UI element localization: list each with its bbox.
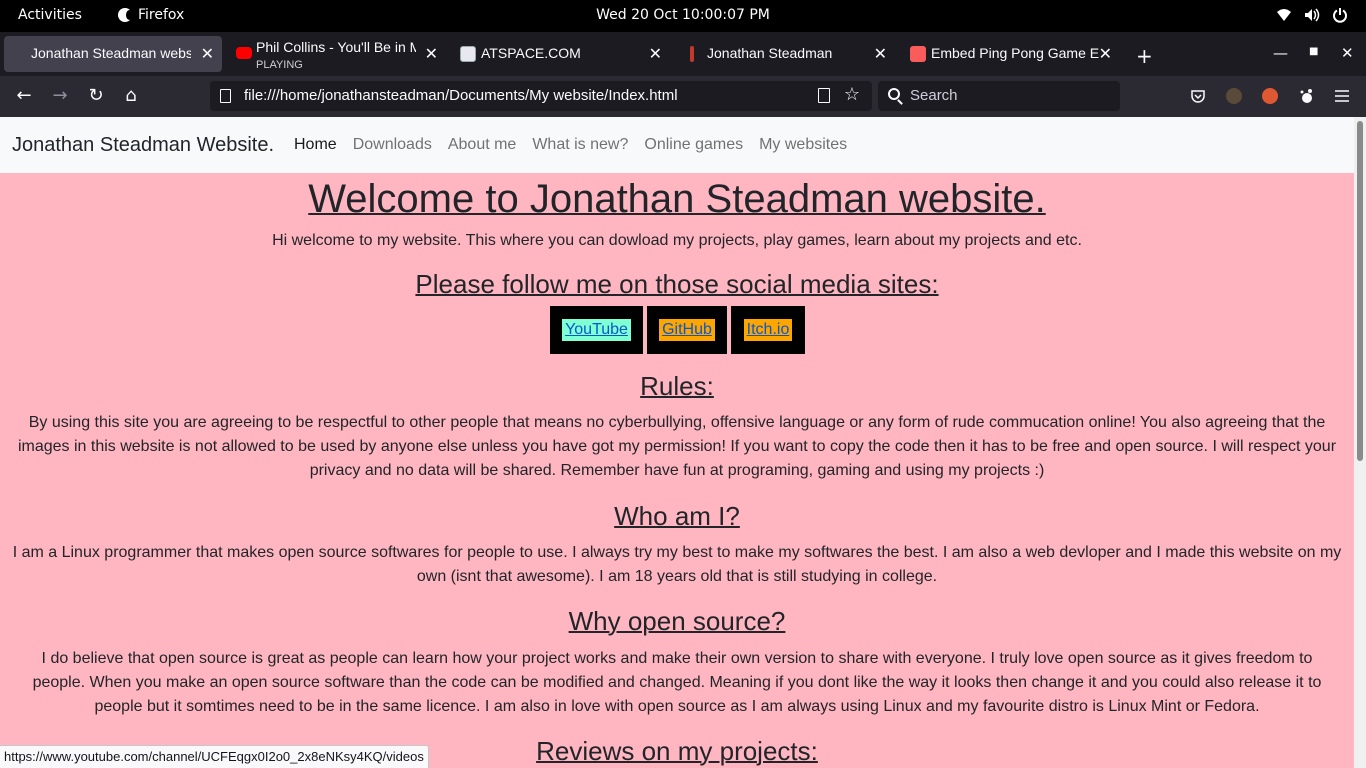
- bookmark-star-icon[interactable]: ☆: [844, 84, 860, 105]
- tab-ping-pong[interactable]: Embed Ping Pong Game Easily ✕: [902, 36, 1120, 72]
- system-tray[interactable]: [1276, 7, 1348, 23]
- close-tab-icon[interactable]: ✕: [201, 44, 214, 64]
- system-top-bar: Activities Firefox Wed 20 Oct 10:00:07 P…: [0, 0, 1366, 32]
- firefox-icon: [118, 8, 133, 22]
- site-icon: [690, 46, 694, 62]
- social-links: YouTube GitHub Itch.io: [550, 306, 805, 354]
- tab-atspace[interactable]: ATSPACE.COM ✕: [452, 36, 670, 72]
- social-heading: Please follow me on those social media s…: [415, 269, 939, 299]
- page-icon: [220, 89, 231, 103]
- new-tab-button[interactable]: +: [1136, 44, 1153, 68]
- who-heading: Who am I?: [614, 501, 740, 531]
- tab-jonathan-steadman[interactable]: Jonathan Steadman ✕: [677, 36, 895, 72]
- site-navbar: Jonathan Steadman Website. Home Download…: [0, 117, 1354, 173]
- nav-downloads[interactable]: Downloads: [353, 136, 432, 154]
- wifi-icon: [1276, 7, 1292, 23]
- atspace-icon: [460, 46, 476, 62]
- tab-title: Phil Collins - You'll Be in My Heart: [256, 39, 416, 55]
- url-text[interactable]: file:///home/jonathansteadman/Documents/…: [244, 87, 678, 104]
- close-tab-icon[interactable]: ✕: [649, 44, 662, 64]
- youtube-link[interactable]: YouTube: [562, 319, 631, 341]
- why-heading: Why open source?: [568, 606, 786, 636]
- blank-page-icon: [12, 46, 28, 62]
- scrollbar-thumb[interactable]: [1357, 121, 1363, 461]
- tab-youtube-phil-collins[interactable]: Phil Collins - You'll Be in My Heart PLA…: [228, 36, 446, 72]
- github-link[interactable]: GitHub: [659, 319, 715, 341]
- close-tab-icon[interactable]: ✕: [425, 44, 438, 64]
- reload-button[interactable]: ↻: [86, 86, 106, 106]
- tab-strip: Jonathan Steadman website ✕ Phil Collins…: [0, 32, 1366, 76]
- volume-icon: [1304, 7, 1320, 23]
- search-placeholder: Search: [910, 87, 958, 104]
- why-text: I do believe that open source is great a…: [32, 650, 1322, 715]
- github-box: GitHub: [647, 306, 727, 354]
- nav-home[interactable]: Home: [294, 136, 337, 154]
- minimize-button[interactable]: —: [1273, 44, 1288, 62]
- url-bar[interactable]: file:///home/jonathansteadman/Documents/…: [210, 81, 872, 111]
- hamburger-menu-icon[interactable]: [1334, 88, 1350, 104]
- navigation-toolbar: ← → ↻ ⌂ file:///home/jonathansteadman/Do…: [0, 76, 1366, 117]
- search-input[interactable]: Search: [878, 81, 1120, 111]
- maximize-button[interactable]: ■: [1309, 46, 1318, 57]
- site-brand[interactable]: Jonathan Steadman Website.: [12, 134, 274, 157]
- page-title: Welcome to Jonathan Steadman website.: [308, 177, 1046, 221]
- youtube-box: YouTube: [550, 306, 643, 354]
- tab-jonathan-website[interactable]: Jonathan Steadman website ✕: [4, 36, 222, 72]
- nav-my-websites[interactable]: My websites: [759, 136, 847, 154]
- close-tab-icon[interactable]: ✕: [874, 44, 887, 64]
- nav-what-is-new[interactable]: What is new?: [532, 136, 628, 154]
- tab-title: Jonathan Steadman: [707, 45, 833, 61]
- activities-button[interactable]: Activities: [18, 7, 82, 23]
- gnome-extension-icon[interactable]: [1298, 88, 1314, 104]
- close-tab-icon[interactable]: ✕: [1099, 44, 1112, 64]
- who-text: I am a Linux programmer that makes open …: [12, 544, 1342, 585]
- reader-view-icon[interactable]: [818, 88, 830, 103]
- duckduckgo-icon[interactable]: [1262, 88, 1278, 104]
- tab-title: Jonathan Steadman website: [31, 45, 191, 61]
- close-window-button[interactable]: ✕: [1341, 44, 1354, 62]
- youtube-icon: [236, 47, 252, 59]
- intro-text: Hi welcome to my website. This where you…: [272, 232, 1082, 249]
- back-button[interactable]: ←: [14, 86, 34, 106]
- itch-box: Itch.io: [731, 306, 805, 354]
- page-scrollbar[interactable]: [1354, 117, 1366, 768]
- search-icon: [888, 88, 900, 100]
- pocket-icon[interactable]: [1190, 88, 1206, 104]
- site-nav-links: Home Downloads About me What is new? Onl…: [294, 136, 847, 154]
- forward-button[interactable]: →: [50, 86, 70, 106]
- app-menu-label: Firefox: [138, 7, 185, 23]
- clock[interactable]: Wed 20 Oct 10:00:07 PM: [0, 7, 1366, 23]
- rules-heading: Rules:: [640, 371, 714, 401]
- app-menu[interactable]: Firefox: [118, 7, 184, 23]
- tab-playing-label: PLAYING: [256, 59, 303, 71]
- account-avatar[interactable]: [1226, 88, 1242, 104]
- home-button[interactable]: ⌂: [121, 86, 141, 106]
- nav-online-games[interactable]: Online games: [644, 136, 743, 154]
- nav-about-me[interactable]: About me: [448, 136, 516, 154]
- status-url-bar: https://www.youtube.com/channel/UCFEqgx0…: [0, 745, 429, 768]
- power-icon: [1332, 7, 1348, 23]
- tab-title: Embed Ping Pong Game Easily: [931, 45, 1099, 61]
- web-content: Jonathan Steadman Website. Home Download…: [0, 117, 1354, 768]
- rules-text: By using this site you are agreeing to b…: [17, 414, 1337, 479]
- itch-link[interactable]: Itch.io: [743, 319, 793, 341]
- itch-icon: [910, 46, 926, 62]
- tab-title: ATSPACE.COM: [481, 45, 581, 61]
